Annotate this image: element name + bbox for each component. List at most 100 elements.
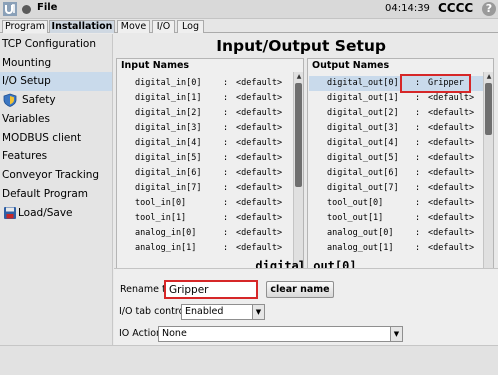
tab-control-select[interactable]: Enabled ▼	[181, 304, 265, 320]
sidebar-item-features[interactable]: Features	[0, 147, 112, 166]
input-row[interactable]: digital_in[1]: <default>	[118, 91, 293, 106]
io-name: digital_out[4]	[327, 138, 399, 148]
input-row[interactable]: tool_in[0]: <default>	[118, 196, 293, 211]
scroll-up-icon[interactable]: ▲	[294, 72, 304, 81]
tab-installation[interactable]: Installation	[49, 20, 115, 33]
output-row[interactable]: digital_out[5]: <default>	[309, 151, 483, 166]
scroll-up-icon[interactable]: ▲	[484, 72, 494, 81]
input-row[interactable]: analog_in[0]: <default>	[118, 226, 293, 241]
input-row[interactable]: digital_in[5]: <default>	[118, 151, 293, 166]
sidebar-item-io-setup[interactable]: I/O Setup	[0, 72, 112, 91]
output-row[interactable]: digital_out[3]: <default>	[309, 121, 483, 136]
output-row[interactable]: digital_out[2]: <default>	[309, 106, 483, 121]
io-separator: :	[223, 78, 229, 88]
clear-name-button[interactable]: clear name	[266, 281, 334, 298]
sidebar-item-tcp-configuration[interactable]: TCP Configuration	[0, 35, 112, 54]
io-separator: :	[415, 228, 421, 238]
io-name: tool_in[0]	[135, 198, 187, 208]
io-separator: :	[415, 198, 421, 208]
io-name: digital_in[1]	[135, 93, 202, 103]
io-name: tool_out[0]	[327, 198, 384, 208]
sidebar-item-safety[interactable]: Safety	[0, 91, 112, 110]
io-name: digital_in[2]	[135, 108, 202, 118]
output-row[interactable]: digital_out[1]: <default>	[309, 91, 483, 106]
io-separator: :	[223, 108, 229, 118]
io-name: digital_in[4]	[135, 138, 202, 148]
io-name: digital_in[6]	[135, 168, 202, 178]
io-separator: :	[223, 153, 229, 163]
shield-icon	[3, 93, 17, 107]
io-value: <default>	[236, 183, 283, 193]
output-row[interactable]: analog_out[0]: <default>	[309, 226, 483, 241]
output-row[interactable]: digital_out[6]: <default>	[309, 166, 483, 181]
input-row[interactable]: digital_in[0]: <default>	[118, 76, 293, 91]
output-row[interactable]: tool_out[1]: <default>	[309, 211, 483, 226]
universal-robots-logo-icon	[3, 2, 17, 16]
io-name: analog_in[0]	[135, 228, 197, 238]
io-action-select[interactable]: None ▼	[158, 326, 403, 342]
io-name: tool_out[1]	[327, 213, 384, 223]
output-list-scrollbar[interactable]: ▲ ▼	[483, 72, 493, 286]
output-row[interactable]: digital_out[4]: <default>	[309, 136, 483, 151]
io-value: <default>	[428, 183, 475, 193]
io-value: <default>	[236, 213, 283, 223]
io-name: digital_out[7]	[327, 183, 399, 193]
input-row[interactable]: tool_in[1]: <default>	[118, 211, 293, 226]
robot-status-icon	[22, 5, 31, 14]
io-name: digital_out[1]	[327, 93, 399, 103]
input-row[interactable]: digital_in[4]: <default>	[118, 136, 293, 151]
output-row[interactable]: analog_out[1]: <default>	[309, 241, 483, 256]
sidebar-item-label: Load/Save	[18, 207, 73, 219]
io-separator: :	[223, 228, 229, 238]
io-value: <default>	[236, 138, 283, 148]
input-names-list: Input Names digital_in[0]: <default> digi…	[116, 58, 304, 288]
top-bar: File 04:14:39 CCCC ?	[0, 0, 498, 19]
input-row[interactable]: digital_in[6]: <default>	[118, 166, 293, 181]
sidebar-item-default-program[interactable]: Default Program	[0, 185, 112, 204]
io-name: tool_in[1]	[135, 213, 187, 223]
sidebar-item-load-save[interactable]: Load/Save	[0, 204, 112, 223]
io-name: digital_in[5]	[135, 153, 202, 163]
sidebar-item-mounting[interactable]: Mounting	[0, 54, 112, 73]
tab-control-label: I/O tab control:	[119, 306, 191, 317]
io-name: analog_in[1]	[135, 243, 197, 253]
io-value: <default>	[236, 108, 283, 118]
io-value: <default>	[428, 198, 475, 208]
sidebar-item-conveyor-tracking[interactable]: Conveyor Tracking	[0, 166, 112, 185]
clock: 04:14:39	[385, 3, 430, 14]
io-value: <default>	[236, 123, 283, 133]
output-row[interactable]: digital_out[7]: <default>	[309, 181, 483, 196]
scroll-thumb[interactable]	[485, 83, 492, 135]
file-menu[interactable]: File	[37, 2, 57, 13]
input-row[interactable]: digital_in[2]: <default>	[118, 106, 293, 121]
main-tabs: Program Installation Move I/O Log	[0, 19, 498, 33]
output-row[interactable]: tool_out[0]: <default>	[309, 196, 483, 211]
io-name: digital_out[0]	[327, 78, 399, 88]
tab-move[interactable]: Move	[117, 20, 150, 33]
tab-log[interactable]: Log	[177, 20, 204, 33]
io-separator: :	[223, 213, 229, 223]
input-row[interactable]: analog_in[1]: <default>	[118, 241, 293, 256]
scroll-thumb[interactable]	[295, 83, 302, 187]
input-list-scrollbar[interactable]: ▲ ▼	[293, 72, 303, 286]
sidebar-item-modbus-client[interactable]: MODBUS client	[0, 129, 112, 148]
io-value: <default>	[236, 153, 283, 163]
io-value: <default>	[236, 168, 283, 178]
sidebar-item-variables[interactable]: Variables	[0, 110, 112, 129]
help-icon[interactable]: ?	[482, 2, 496, 16]
io-value: <default>	[236, 198, 283, 208]
floppy-disk-icon	[4, 207, 16, 219]
io-setup-panel: Input/Output Setup Input Names digital_i…	[114, 34, 498, 345]
tab-program[interactable]: Program	[2, 20, 48, 33]
rename-input[interactable]	[164, 280, 258, 299]
io-value: <default>	[236, 243, 283, 253]
input-row[interactable]: digital_in[3]: <default>	[118, 121, 293, 136]
io-separator: :	[223, 123, 229, 133]
bottom-bar	[0, 345, 498, 375]
io-name: digital_out[2]	[327, 108, 399, 118]
io-separator: :	[415, 168, 421, 178]
tab-io[interactable]: I/O	[152, 20, 175, 33]
io-name: digital_in[3]	[135, 123, 202, 133]
sidebar-item-label: Safety	[22, 94, 56, 106]
input-row[interactable]: digital_in[7]: <default>	[118, 181, 293, 196]
